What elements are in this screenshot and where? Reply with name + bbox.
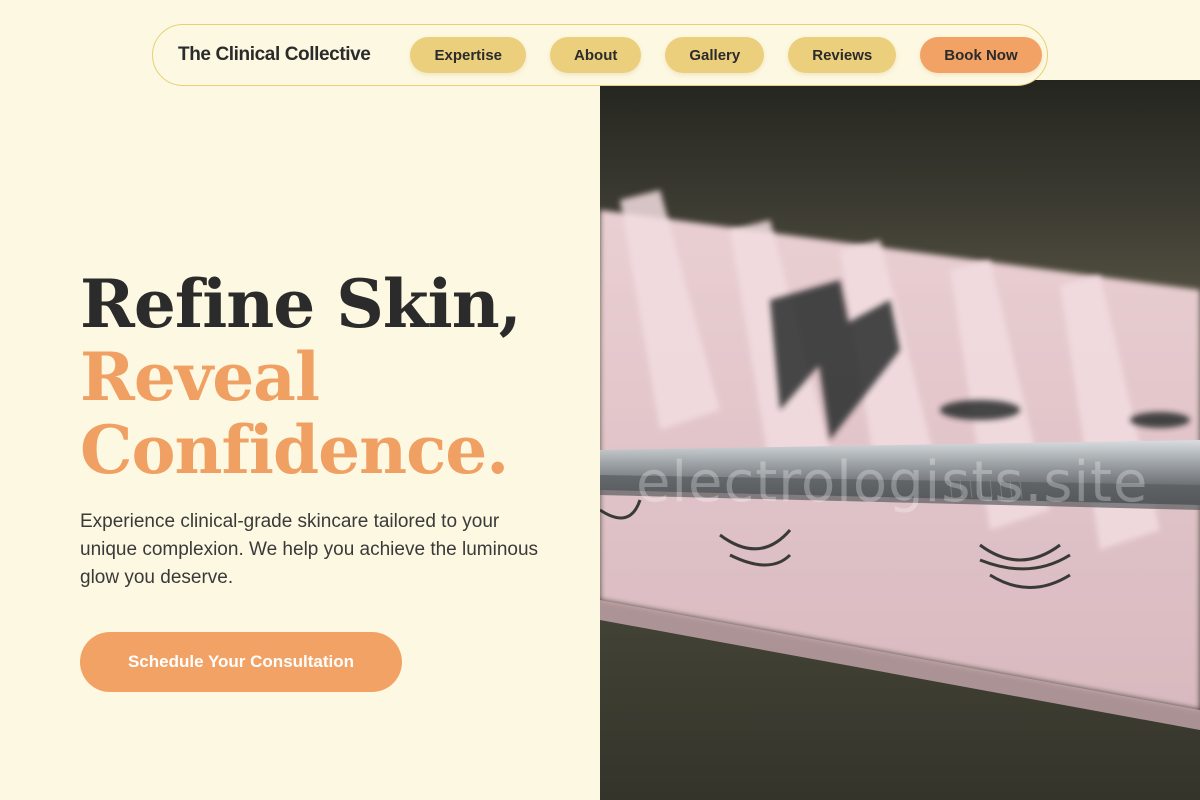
book-now-button[interactable]: Book Now [920, 37, 1042, 73]
nav-gallery-button[interactable]: Gallery [665, 37, 765, 73]
image-watermark: electrologists.site [636, 450, 1149, 515]
nav-about-button[interactable]: About [550, 37, 642, 73]
nav-links: Expertise About Gallery Reviews Book Now [410, 37, 1042, 73]
top-nav: The Clinical Collective Expertise About … [152, 24, 1048, 86]
headline-line-2: Reveal [80, 338, 320, 416]
schedule-consultation-button[interactable]: Schedule Your Consultation [80, 632, 402, 692]
hero-image: electrologists.site [600, 80, 1200, 800]
brand-logo-text[interactable]: The Clinical Collective [178, 44, 371, 66]
hero-subcopy: Experience clinical-grade skincare tailo… [80, 511, 539, 588]
nav-expertise-button[interactable]: Expertise [410, 37, 527, 73]
headline-line-1: Refine Skin, [80, 265, 522, 343]
headline-line-3: Confidence. [80, 411, 509, 489]
lash-tray-illustration [600, 80, 1200, 800]
nav-reviews-button[interactable]: Reviews [788, 37, 897, 73]
hero-headline: Refine Skin, Reveal Confidence. [80, 265, 522, 489]
